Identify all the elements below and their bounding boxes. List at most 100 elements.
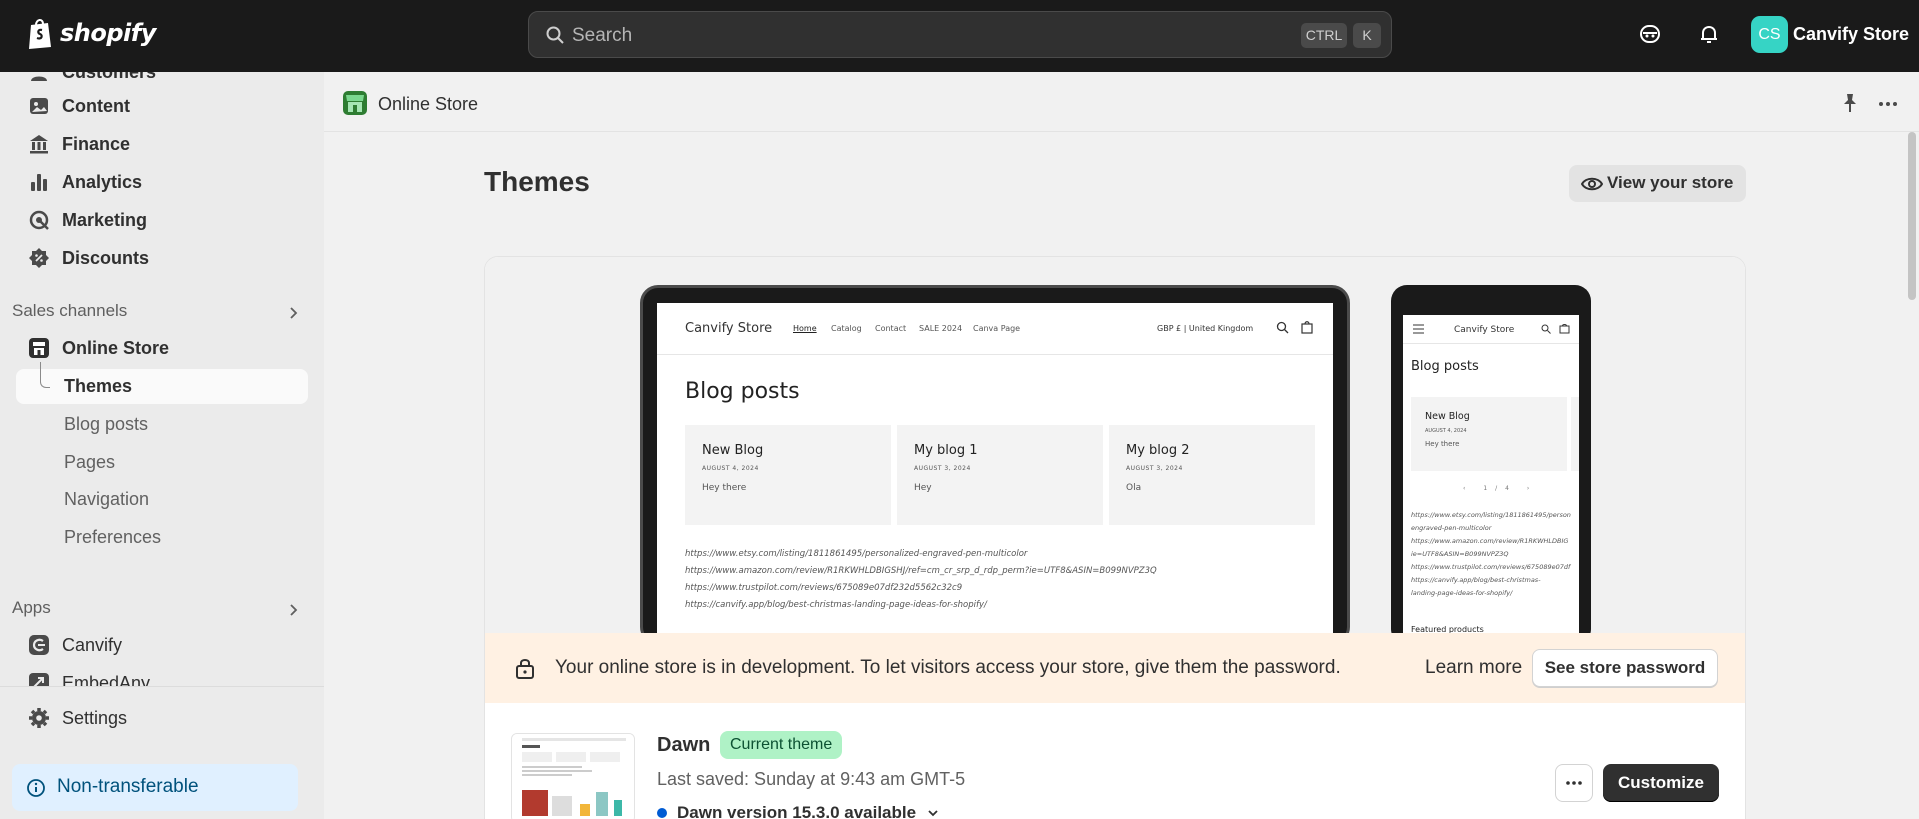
search-icon <box>546 26 564 44</box>
see-store-password-button[interactable]: See store password <box>1532 649 1718 687</box>
preview-post-card: New Blog AUGUST 4, 2024 Hey there <box>1411 397 1567 471</box>
sidebar-item-discounts[interactable]: Discounts <box>28 242 149 274</box>
chevron-right-icon[interactable] <box>286 603 300 617</box>
preview-blog-title: Blog posts <box>1411 359 1479 374</box>
apps-heading: Apps <box>12 598 51 617</box>
sidebar-item-online-store[interactable]: Online Store <box>28 332 169 364</box>
lock-icon <box>516 659 534 679</box>
sidebar-subitem-themes[interactable]: Themes <box>64 376 132 397</box>
post-title: New Blog <box>702 443 764 458</box>
sidebar-item-analytics[interactable]: Analytics <box>28 166 142 198</box>
store-name[interactable]: Canvify Store <box>1793 24 1909 45</box>
bank-icon <box>30 135 48 154</box>
sidebar-item-label: Content <box>62 95 130 116</box>
post-date: AUGUST 4, 2024 <box>1425 428 1467 434</box>
sidebar-item-customers[interactable]: Customers <box>28 72 156 88</box>
sidebar-item-finance[interactable]: Finance <box>28 128 130 160</box>
preview-store-name: Canvify Store <box>685 321 773 336</box>
scrollbar-thumb[interactable] <box>1908 132 1916 300</box>
app-title: Online Store <box>378 94 479 114</box>
search-bar[interactable]: Search CTRL K <box>528 11 1392 58</box>
shortcut-k-key: K <box>1353 23 1381 48</box>
sidebar-subitem-blog-posts[interactable]: Blog posts <box>64 414 148 435</box>
themes-active-highlight <box>16 369 308 404</box>
bar-chart-icon <box>31 174 47 191</box>
view-store-button[interactable]: View your store <box>1569 165 1746 202</box>
tree-connector <box>40 362 50 388</box>
shopify-logo[interactable]: shopify <box>26 16 156 50</box>
pin-icon[interactable] <box>1839 92 1861 114</box>
eye-icon <box>1581 177 1603 191</box>
non-transferable-label: Non-transferable <box>57 776 199 797</box>
sidebar-subitem-pages[interactable]: Pages <box>64 452 115 473</box>
sidebar-item-label: Discounts <box>62 247 150 268</box>
version-available[interactable]: Dawn version 15.3.0 available <box>657 803 940 819</box>
theme-thumbnail[interactable] <box>511 733 635 819</box>
preview-pager: ‹ 1/4 › <box>1463 485 1538 492</box>
sidebar-item-canvify[interactable]: Canvify <box>28 629 122 661</box>
store-icon <box>29 338 49 358</box>
mobile-preview: Canvify Store Blog posts New Blog AUGUST… <box>1391 285 1591 633</box>
search-icon <box>1276 321 1289 334</box>
top-bar: shopify Search CTRL K CS Canvify Store <box>0 0 1919 72</box>
preview-store-header: Canvify Store Home Catalog Contact SALE … <box>657 303 1333 355</box>
page-scrollbar[interactable] <box>1906 132 1919 819</box>
sidebar-item-label: Analytics <box>62 171 143 192</box>
person-icon <box>31 76 47 81</box>
preview-nav-catalog: Catalog <box>831 324 862 333</box>
sidebar-item-settings[interactable]: Settings <box>28 702 127 734</box>
sidebar-item-marketing[interactable]: Marketing <box>28 204 147 236</box>
customize-button[interactable]: Customize <box>1603 764 1719 802</box>
sidebar-item-label: Marketing <box>62 209 148 230</box>
theme-actions-button[interactable] <box>1555 764 1593 802</box>
post-excerpt: Hey there <box>702 483 747 493</box>
gear-icon <box>29 708 49 728</box>
current-theme-card: Canvify Store Home Catalog Contact SALE … <box>484 256 1746 819</box>
sidebar-item-label: Finance <box>62 133 131 154</box>
pager-count: 1/4 <box>1483 485 1517 492</box>
canvify-app-icon <box>29 635 49 655</box>
preview-post-card-peek <box>1571 397 1579 471</box>
online-store-app-icon <box>343 91 367 115</box>
post-title: My blog 2 <box>1126 443 1190 458</box>
preview-link: https://canvify.app/blog/best-christmas-… <box>685 600 987 610</box>
preview-link: https://www.etsy.com/listing/1811861495/… <box>685 549 1028 559</box>
menu-icon <box>1413 324 1424 334</box>
post-excerpt: Hey <box>914 483 932 493</box>
preview-link: landing-page-ideas-for-shopify/ <box>1411 589 1513 597</box>
theme-thumbnail-image <box>512 734 634 819</box>
theme-preview[interactable]: Canvify Store Home Catalog Contact SALE … <box>485 257 1745 633</box>
sidebar-subitem-preferences[interactable]: Preferences <box>64 527 161 548</box>
preview-nav-contact: Contact <box>875 324 907 333</box>
sales-channels-heading: Sales channels <box>12 301 128 320</box>
preview-link: https://www.trustpilot.com/reviews/67508… <box>1411 563 1571 571</box>
preview-currency: GBP £ | United Kingdom <box>1157 324 1254 333</box>
sidebar-item-label: Settings <box>62 707 128 728</box>
page-title: Themes <box>484 166 590 197</box>
preview-nav-canva: Canva Page <box>973 324 1021 333</box>
sidekick-icon[interactable] <box>1638 22 1662 46</box>
preview-link: https://www.amazon.com/review/R1RKWHLDBI… <box>685 566 1157 576</box>
post-date: AUGUST 3, 2024 <box>914 465 971 472</box>
preview-post-card: My blog 2 AUGUST 3, 2024 Ola <box>1109 425 1315 525</box>
preview-post-card: New Blog AUGUST 4, 2024 Hey there <box>685 425 891 525</box>
non-transferable-notice[interactable]: Non-transferable <box>12 764 298 811</box>
theme-name: Dawn <box>657 734 711 756</box>
learn-more-link[interactable]: Learn more <box>1425 657 1522 679</box>
sidebar-item-label: Customers <box>62 72 156 83</box>
preview-featured-heading: Featured products <box>1411 625 1484 633</box>
avatar[interactable]: CS <box>1751 16 1788 53</box>
sidebar-item-content[interactable]: Content <box>28 90 130 122</box>
desktop-preview: Canvify Store Home Catalog Contact SALE … <box>640 285 1350 633</box>
bell-icon[interactable] <box>1697 22 1721 46</box>
more-horizontal-icon[interactable] <box>1876 92 1900 116</box>
preview-link: ie=UTF8&ASIN=B099NVPZ3Q <box>1411 550 1509 558</box>
preview-post-card: My blog 1 AUGUST 3, 2024 Hey <box>897 425 1103 525</box>
update-dot-icon <box>657 808 667 818</box>
preview-link: https://canvify.app/blog/best-christmas- <box>1411 576 1541 584</box>
version-label: Dawn version 15.3.0 available <box>677 803 917 819</box>
content-icon <box>30 98 48 114</box>
chevron-right-icon[interactable] <box>286 306 300 320</box>
sidebar-subitem-navigation[interactable]: Navigation <box>64 489 149 510</box>
preview-link: https://www.etsy.com/listing/1811861495/… <box>1411 511 1571 519</box>
